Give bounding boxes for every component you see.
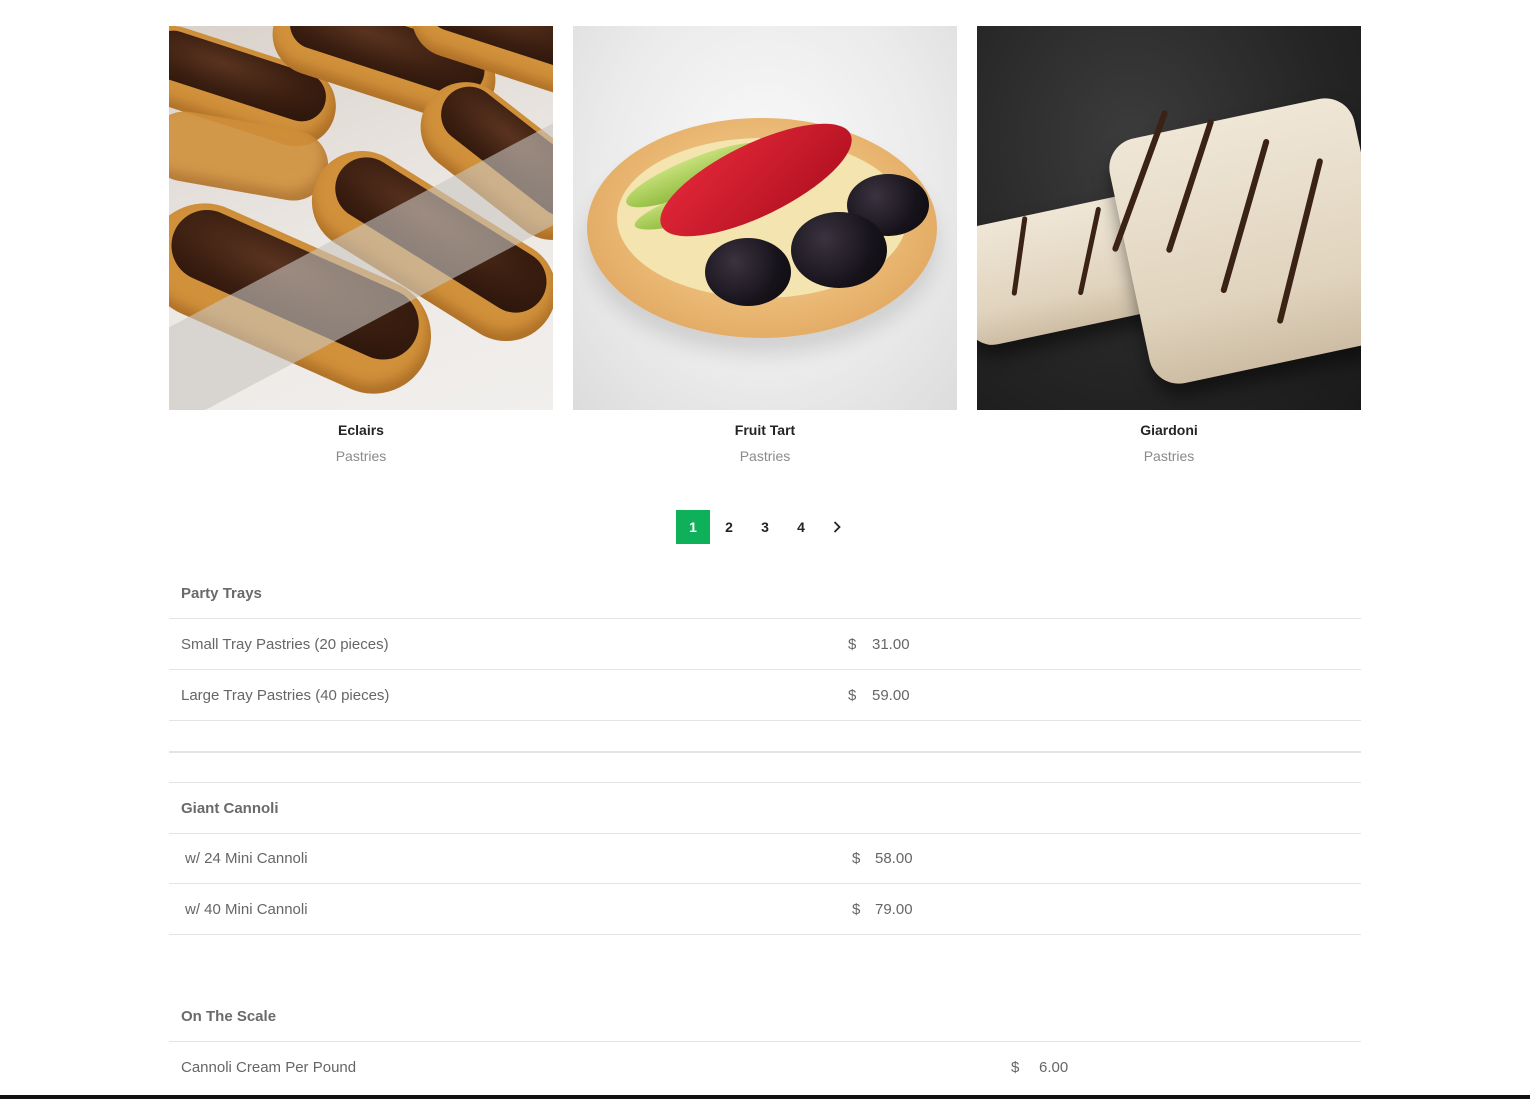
- item-price: 79.00: [875, 900, 913, 918]
- table-row: Small Tray Pastries (20 pieces) $ 31.00: [169, 619, 1361, 670]
- item-price: 59.00: [872, 686, 910, 704]
- table-row: Cannoli Cream Per Pound $ 6.00: [169, 1042, 1361, 1093]
- empty-row: [169, 753, 1361, 783]
- item-price: 31.00: [872, 635, 910, 653]
- item-name: Small Tray Pastries (20 pieces): [181, 635, 389, 653]
- product-card-giardoni[interactable]: Giardoni Pastries: [977, 26, 1361, 465]
- section-title: On The Scale: [181, 1007, 277, 1025]
- on-the-scale-table: On The Scale Cannoli Cream Per Pound $ 6…: [169, 991, 1361, 1093]
- page-4-button[interactable]: 4: [784, 510, 818, 544]
- currency-symbol: $: [848, 635, 857, 653]
- empty-row: [169, 721, 1361, 752]
- chevron-right-icon: [833, 521, 841, 533]
- item-name: Cannoli Cream Per Pound: [181, 1059, 357, 1076]
- pagination: 1 2 3 4: [676, 510, 854, 544]
- item-price: 6.00: [1039, 1059, 1069, 1076]
- bottom-divider: [0, 1095, 1530, 1099]
- table-row: w/ 24 Mini Cannoli $ 58.00: [169, 834, 1361, 884]
- currency-symbol: $: [1011, 1059, 1020, 1076]
- section-title: Party Trays: [181, 584, 262, 602]
- table-row: Large Tray Pastries (40 pieces) $ 59.00: [169, 670, 1361, 721]
- table-row: w/ 40 Mini Cannoli $ 79.00: [169, 884, 1361, 935]
- page-1-button[interactable]: 1: [676, 510, 710, 544]
- product-card-fruit-tart[interactable]: Fruit Tart Pastries: [573, 26, 957, 465]
- product-category[interactable]: Pastries: [169, 447, 553, 465]
- table-section-header: On The Scale: [169, 991, 1361, 1042]
- product-name[interactable]: Giardoni: [977, 421, 1361, 439]
- item-price: 58.00: [875, 850, 913, 867]
- item-name: w/ 40 Mini Cannoli: [185, 900, 308, 918]
- currency-symbol: $: [852, 900, 861, 918]
- item-name: Large Tray Pastries (40 pieces): [181, 686, 390, 704]
- giant-cannoli-table: Giant Cannoli w/ 24 Mini Cannoli $ 58.00…: [169, 752, 1361, 935]
- product-name[interactable]: Fruit Tart: [573, 421, 957, 439]
- party-trays-table: Party Trays Small Tray Pastries (20 piec…: [169, 568, 1361, 752]
- table-section-header: Party Trays: [169, 568, 1361, 619]
- product-card-eclairs[interactable]: Eclairs Pastries: [169, 26, 553, 465]
- product-image-giardoni[interactable]: [977, 26, 1361, 410]
- page-3-button[interactable]: 3: [748, 510, 782, 544]
- product-image-fruit-tart[interactable]: [573, 26, 957, 410]
- section-title: Giant Cannoli: [181, 799, 279, 817]
- currency-symbol: $: [848, 686, 857, 704]
- product-grid: Eclairs Pastries Fruit Tart Pastries Gia…: [169, 26, 1361, 465]
- product-category[interactable]: Pastries: [573, 447, 957, 465]
- next-page-button[interactable]: [820, 510, 854, 544]
- page-2-button[interactable]: 2: [712, 510, 746, 544]
- product-image-eclairs[interactable]: [169, 26, 553, 410]
- currency-symbol: $: [852, 850, 861, 867]
- product-name[interactable]: Eclairs: [169, 421, 553, 439]
- table-section-header: Giant Cannoli: [169, 783, 1361, 834]
- item-name: w/ 24 Mini Cannoli: [185, 850, 308, 867]
- product-category[interactable]: Pastries: [977, 447, 1361, 465]
